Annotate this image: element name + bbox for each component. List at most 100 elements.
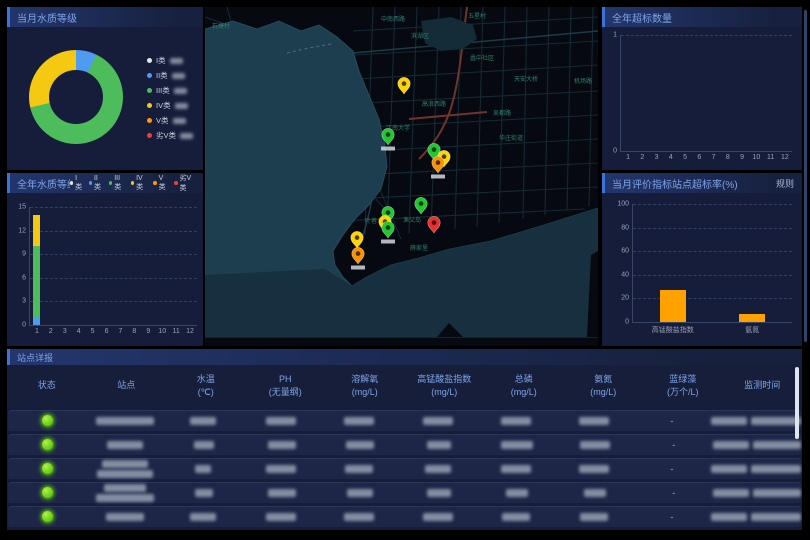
redacted-text (102, 460, 148, 468)
x-tick-label: 1 (626, 154, 630, 161)
redacted-text (268, 489, 296, 497)
pin-dot (432, 220, 437, 225)
month-rate-chart: 020406080100高锰酸盐指数氨氮 (632, 204, 792, 323)
rule-link[interactable]: 规则 (776, 177, 794, 190)
legend-label: IV类 (136, 175, 147, 192)
legend-item[interactable]: V类 (147, 115, 193, 126)
legend-item[interactable]: V类 (153, 175, 168, 192)
cell-value (164, 465, 242, 473)
redacted-text (427, 489, 451, 497)
stacked-bar (145, 207, 152, 325)
legend-item[interactable]: 劣V类 (147, 130, 193, 141)
pin-dot (386, 210, 391, 215)
cell-value (165, 441, 243, 449)
redacted-text (579, 417, 609, 425)
table-row[interactable]: - (8, 482, 801, 503)
map[interactable]: 石塘村中南西路滨湖区五星村蠡中社区天安大桥机场路高浪西路吴都路江南大学华庄街道叶… (205, 7, 598, 346)
map-label: 吴都路 (493, 109, 511, 117)
redacted-text (174, 88, 187, 94)
page-scrollbar[interactable] (804, 10, 807, 342)
x-tick-label: 10 (158, 328, 166, 335)
cell-value (400, 441, 478, 449)
column-header-line1: 站点 (87, 379, 167, 393)
cell-value (478, 441, 556, 449)
cell-station (86, 460, 164, 478)
redacted-text (713, 441, 749, 449)
panel-year-exceed-title: 全年超标数量 (612, 10, 672, 25)
redacted-text (96, 494, 154, 502)
x-tick-label: 8 (726, 154, 730, 161)
column-header-line1: 总磷 (484, 373, 564, 387)
y-tick-label: 80 (621, 224, 633, 231)
column-header-line2: (℃) (166, 386, 246, 400)
legend-item[interactable]: 劣V类 (174, 173, 195, 193)
algae-value: - (670, 512, 673, 522)
stacked-bar (173, 207, 180, 325)
legend-item[interactable]: III类 (147, 85, 193, 96)
table-row[interactable]: - (8, 506, 801, 527)
cell-value (399, 417, 477, 425)
redacted-text (96, 417, 154, 425)
redacted-text (753, 441, 801, 449)
cell-value (399, 465, 477, 473)
y-tick-label: 3 (22, 298, 30, 305)
stacked-bar (131, 207, 138, 325)
status-ok-icon (41, 414, 54, 427)
cell-station (86, 417, 164, 425)
legend-dot (153, 181, 156, 185)
redacted-text (107, 441, 143, 449)
x-tick-label: 3 (63, 328, 67, 335)
y-tick-label: 0 (625, 319, 633, 326)
column-header-line1: PH (246, 373, 326, 387)
column-header-line2: (万个/L) (643, 386, 723, 400)
panel-year-grade: 全年水质等级 I类II类III类IV类V类劣V类 036912151234567… (7, 173, 203, 346)
pin-dot (432, 147, 437, 152)
legend-item[interactable]: II类 (89, 175, 103, 192)
algae-value: - (672, 440, 675, 450)
y-tick-label: 9 (22, 251, 30, 258)
legend-label: 劣V类 (156, 130, 176, 141)
y-tick-label: 12 (18, 227, 30, 234)
legend-item[interactable]: I类 (70, 175, 83, 192)
table-row[interactable]: - (8, 458, 801, 479)
redacted-text (344, 417, 374, 425)
donut-legend: I类 II类 III类 IV类 V类劣V类 (147, 55, 193, 141)
cell-algae: - (635, 440, 713, 450)
pin-station-label-redacted (381, 147, 395, 151)
cell-value (400, 489, 478, 497)
redacted-text (751, 417, 801, 425)
legend-item[interactable]: IV类 (131, 175, 148, 192)
column-header: 监测时间 (723, 379, 803, 393)
cell-value (556, 489, 634, 497)
redacted-text (106, 513, 144, 521)
legend-item[interactable]: III类 (109, 175, 125, 192)
cell-value (321, 441, 399, 449)
pin-station-label-redacted (381, 240, 395, 244)
gridline (633, 298, 792, 299)
x-tick-label: 9 (740, 154, 744, 161)
column-header-line1: 状态 (7, 379, 87, 393)
cell-time (711, 417, 801, 425)
table-row[interactable]: - (8, 410, 801, 431)
map-canvas: 石塘村中南西路滨湖区五星村蠡中社区天安大桥机场路高浪西路吴都路江南大学华庄街道叶… (205, 7, 598, 346)
column-header: 站点 (87, 379, 167, 393)
redacted-text (97, 470, 153, 478)
redacted-text (751, 465, 801, 473)
legend-dot (131, 181, 134, 185)
map-label: 蠡中社区 (470, 54, 494, 62)
legend-item[interactable]: II类 (147, 70, 193, 81)
legend-label: 劣V类 (180, 173, 195, 193)
panel-year-exceed-body: 01123456789101112 (602, 27, 802, 170)
bar-segment (33, 246, 40, 317)
legend-item[interactable]: IV类 (147, 100, 193, 111)
cell-station (86, 484, 164, 502)
table-scrollbar[interactable] (795, 367, 799, 439)
station-name-redacted (107, 441, 143, 449)
table-row[interactable]: - (8, 434, 801, 455)
redacted-text (266, 417, 296, 425)
legend-item[interactable]: I类 (147, 55, 193, 66)
map-label: 石塘村 (212, 22, 230, 30)
map-label: 五星村 (468, 12, 486, 20)
dashboard: 当月水质等级 I类II类III类IV类V类劣V类 全年水质等级 I类II类III… (0, 0, 810, 540)
algae-value: - (670, 464, 673, 474)
